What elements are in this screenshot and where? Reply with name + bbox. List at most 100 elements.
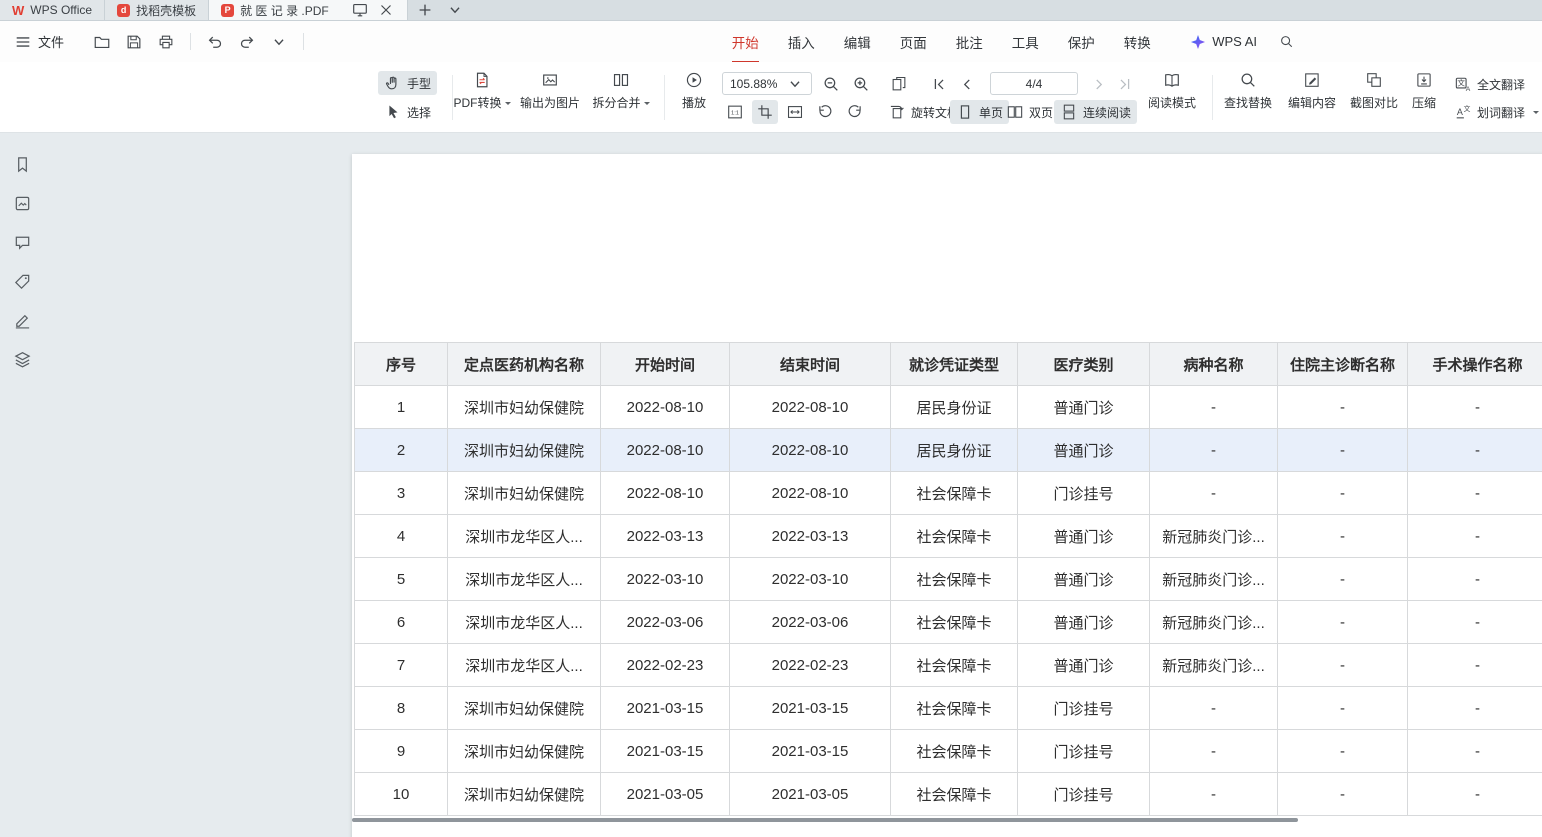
table-cell: - xyxy=(1278,601,1408,644)
rotate-left-button[interactable] xyxy=(812,100,838,124)
tab-document[interactable]: P 就 医 记 录 .PDF xyxy=(209,0,408,20)
table-cell: 社会保障卡 xyxy=(891,472,1018,515)
fit-page-icon xyxy=(756,103,774,121)
table-cell: 深圳市妇幼保健院 xyxy=(448,386,601,429)
close-tab-icon[interactable] xyxy=(377,1,395,19)
hand-tool-button[interactable]: 手型 xyxy=(378,71,437,95)
table-cell: 普通门诊 xyxy=(1018,644,1150,687)
fit-width-button[interactable] xyxy=(782,100,808,124)
table-cell: 10 xyxy=(355,773,448,816)
menu-search-button[interactable] xyxy=(1273,34,1300,49)
play-button[interactable]: 播放 xyxy=(672,71,716,111)
select-tool-label: 选择 xyxy=(407,104,431,121)
ribbon-tab-protect[interactable]: 保护 xyxy=(1068,32,1095,52)
table-header-cell: 结束时间 xyxy=(730,343,891,386)
table-cell: 深圳市妇幼保健院 xyxy=(448,730,601,773)
export-image-label: 输出为图片 xyxy=(520,94,580,111)
page-number-input[interactable] xyxy=(990,72,1078,95)
previous-page-icon xyxy=(958,75,976,93)
bookmark-panel-icon[interactable] xyxy=(13,155,32,174)
open-file-button[interactable] xyxy=(86,33,118,51)
redo-button[interactable] xyxy=(231,33,263,51)
find-replace-button[interactable]: 查找替换 xyxy=(1218,71,1278,111)
chevron-down-icon xyxy=(446,1,464,19)
monitor-cast-icon[interactable] xyxy=(351,1,369,19)
export-image-icon xyxy=(541,71,559,89)
signature-panel-icon[interactable] xyxy=(13,311,32,330)
ribbon-tab-convert[interactable]: 转换 xyxy=(1124,32,1151,52)
table-cell: 2022-08-10 xyxy=(730,472,891,515)
ribbon-tab-edit[interactable]: 编辑 xyxy=(844,32,871,52)
undo-button[interactable] xyxy=(199,33,231,51)
table-cell: 社会保障卡 xyxy=(891,687,1018,730)
ribbon-tab-page[interactable]: 页面 xyxy=(900,32,927,52)
table-cell: - xyxy=(1150,687,1278,730)
zoom-select[interactable]: 105.88% xyxy=(722,72,812,95)
table-cell: 2021-03-05 xyxy=(601,773,730,816)
file-menu-button[interactable]: 文件 xyxy=(14,32,64,51)
divider xyxy=(303,33,304,50)
docer-icon: d xyxy=(117,4,130,17)
pdf-convert-label: PDF转换 xyxy=(453,94,501,111)
table-cell: 新冠肺炎门诊... xyxy=(1150,558,1278,601)
table-header-cell: 手术操作名称 xyxy=(1408,343,1542,386)
full-translate-button[interactable]: 全文翻译 xyxy=(1448,72,1531,96)
workspace: 序号定点医药机构名称开始时间结束时间就诊凭证类型医疗类别病种名称住院主诊断名称手… xyxy=(0,133,1542,837)
table-cell: - xyxy=(1150,730,1278,773)
table-cell: 普通门诊 xyxy=(1018,515,1150,558)
previous-page-button[interactable] xyxy=(954,72,980,96)
single-page-icon xyxy=(956,103,974,121)
double-page-icon xyxy=(1006,103,1024,121)
table-cell: 2021-03-15 xyxy=(601,687,730,730)
divider xyxy=(664,75,665,120)
plus-icon xyxy=(416,1,434,19)
tab-docer-templates[interactable]: d 找稻壳模板 xyxy=(105,0,209,20)
ribbon-tabs: 开始 插入 编辑 页面 批注 工具 保护 转换 xyxy=(717,32,1165,52)
table-cell: 居民身份证 xyxy=(891,429,1018,472)
word-translate-button[interactable]: 划词翻译 xyxy=(1448,100,1542,124)
table-cell: 2022-03-13 xyxy=(730,515,891,558)
undo-history-dropdown[interactable] xyxy=(263,33,295,51)
next-page-button[interactable] xyxy=(1086,72,1112,96)
ribbon-tab-insert[interactable]: 插入 xyxy=(788,32,815,52)
select-tool-button[interactable]: 选择 xyxy=(378,100,437,124)
zoom-out-button[interactable] xyxy=(818,72,844,96)
screenshot-compare-button[interactable]: 截图对比 xyxy=(1344,71,1404,111)
wps-ai-button[interactable]: WPS AI xyxy=(1189,33,1257,51)
compress-button[interactable]: 压缩 xyxy=(1404,71,1444,111)
ribbon-tab-home[interactable]: 开始 xyxy=(732,32,759,52)
edit-content-button[interactable]: 编辑内容 xyxy=(1282,71,1342,111)
continuous-read-button[interactable]: 连续阅读 xyxy=(1054,100,1137,124)
save-button[interactable] xyxy=(118,33,150,51)
tab-wps-office[interactable]: W WPS Office xyxy=(0,0,105,20)
layers-panel-icon[interactable] xyxy=(13,350,32,369)
comment-panel-icon[interactable] xyxy=(13,233,32,252)
table-cell: 新冠肺炎门诊... xyxy=(1150,644,1278,687)
table-cell: 普通门诊 xyxy=(1018,601,1150,644)
page-extract-button[interactable] xyxy=(886,72,912,96)
split-merge-button[interactable]: 拆分合并 xyxy=(585,71,657,111)
fit-page-button[interactable] xyxy=(752,100,778,124)
horizontal-scrollbar[interactable] xyxy=(352,818,1298,822)
chevron-down-icon xyxy=(270,33,288,51)
save-icon xyxy=(125,33,143,51)
thumbnail-panel-icon[interactable] xyxy=(13,194,32,213)
last-page-button[interactable] xyxy=(1112,72,1138,96)
table-cell: 2022-03-10 xyxy=(601,558,730,601)
document-canvas[interactable]: 序号定点医药机构名称开始时间结束时间就诊凭证类型医疗类别病种名称住院主诊断名称手… xyxy=(44,133,1542,837)
export-image-button[interactable]: 输出为图片 xyxy=(515,71,585,111)
first-page-button[interactable] xyxy=(926,72,952,96)
zoom-in-button[interactable] xyxy=(848,72,874,96)
ribbon-tab-tools[interactable]: 工具 xyxy=(1012,32,1039,52)
table-cell: 门诊挂号 xyxy=(1018,687,1150,730)
new-tab-button[interactable] xyxy=(408,0,442,20)
pdf-convert-button[interactable]: PDF转换 xyxy=(450,71,514,111)
tab-list-dropdown[interactable] xyxy=(442,0,468,20)
actual-size-button[interactable] xyxy=(722,100,748,124)
read-mode-button[interactable]: 阅读模式 xyxy=(1144,71,1200,111)
print-button[interactable] xyxy=(150,33,182,51)
attachment-panel-icon[interactable] xyxy=(13,272,32,291)
table-cell: 2022-03-06 xyxy=(730,601,891,644)
ribbon-tab-annotate[interactable]: 批注 xyxy=(956,32,983,52)
rotate-right-button[interactable] xyxy=(842,100,868,124)
